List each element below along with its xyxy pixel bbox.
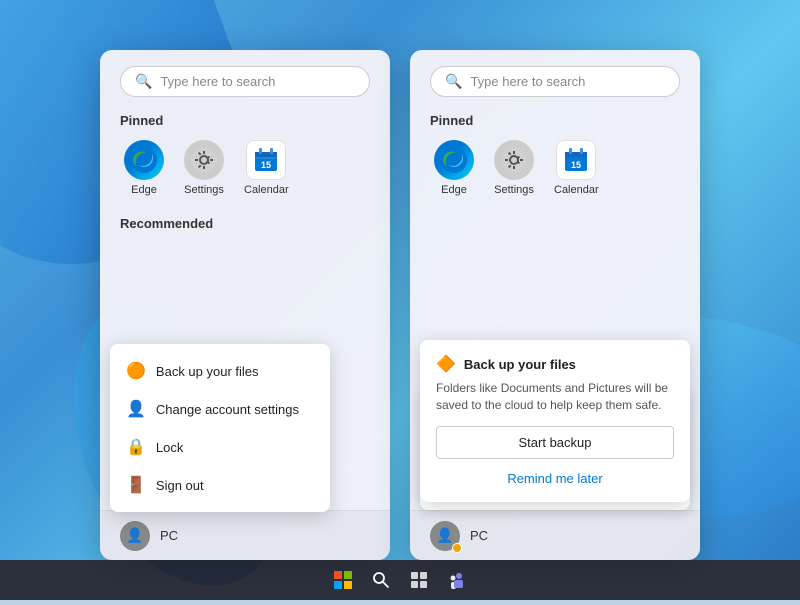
windows-start-button[interactable] bbox=[329, 566, 357, 594]
left-user-bar[interactable]: 👤 PC bbox=[100, 510, 390, 560]
settings-icon-img bbox=[184, 140, 224, 180]
edge-icon-img bbox=[124, 140, 164, 180]
left-pinned-label: Pinned bbox=[120, 113, 370, 128]
left-account-item[interactable]: 👤 Change account settings bbox=[110, 390, 330, 428]
backup-warning-icon: 🔶 bbox=[436, 354, 456, 374]
right-search-bar[interactable]: 🔍 Type here to search bbox=[430, 66, 680, 97]
left-user-name: PC bbox=[160, 528, 178, 543]
calendar-app-icon[interactable]: 15 Calendar bbox=[244, 140, 289, 196]
right-user-avatar: 👤 bbox=[430, 521, 460, 551]
left-pinned-apps: Edge Settings bbox=[120, 140, 370, 196]
right-settings-app-icon[interactable]: Settings bbox=[494, 140, 534, 196]
edge-app-icon[interactable]: Edge bbox=[124, 140, 164, 196]
right-pinned-label: Pinned bbox=[430, 113, 680, 128]
left-user-avatar: 👤 bbox=[120, 521, 150, 551]
right-calendar-app-icon[interactable]: 15 Calendar bbox=[554, 140, 599, 196]
search-taskbar-button[interactable] bbox=[367, 566, 395, 594]
remind-later-button[interactable]: Remind me later bbox=[436, 465, 674, 492]
right-edge-app-icon[interactable]: Edge bbox=[434, 140, 474, 196]
backup-card: 🔶 Back up your files Folders like Docume… bbox=[420, 340, 690, 502]
taskbar bbox=[0, 560, 800, 600]
edge-label: Edge bbox=[131, 184, 157, 196]
right-settings-icon-img bbox=[494, 140, 534, 180]
left-signout-item[interactable]: 🚪 Sign out bbox=[110, 466, 330, 504]
left-search-bar[interactable]: 🔍 Type here to search bbox=[120, 66, 370, 97]
right-search-icon: 🔍 bbox=[445, 73, 462, 90]
calendar-label: Calendar bbox=[244, 184, 289, 196]
right-start-menu: 🔍 Type here to search Pinned Edge bbox=[410, 50, 700, 560]
account-icon: 👤 bbox=[126, 399, 146, 419]
left-search-placeholder: Type here to search bbox=[160, 74, 275, 89]
left-lock-label: Lock bbox=[156, 440, 183, 455]
left-recommended-section: Recommended bbox=[120, 216, 370, 231]
backup-icon: 🟠 bbox=[126, 361, 146, 381]
svg-text:15: 15 bbox=[571, 160, 581, 170]
right-calendar-icon-img: 15 bbox=[556, 140, 596, 180]
signout-icon: 🚪 bbox=[126, 475, 146, 495]
left-recommended-label: Recommended bbox=[120, 216, 370, 231]
right-calendar-label: Calendar bbox=[554, 184, 599, 196]
task-view-button[interactable] bbox=[405, 566, 433, 594]
backup-description: Folders like Documents and Pictures will… bbox=[436, 380, 674, 414]
backup-card-title: 🔶 Back up your files bbox=[436, 354, 674, 374]
left-backup-item[interactable]: 🟠 Back up your files bbox=[110, 352, 330, 390]
left-start-menu: 🔍 Type here to search Pinned Edge bbox=[100, 50, 390, 560]
calendar-icon-img: 15 bbox=[246, 140, 286, 180]
right-edge-label: Edge bbox=[441, 184, 467, 196]
right-pinned-apps: Edge Settings bbox=[430, 140, 680, 196]
right-user-name: PC bbox=[470, 528, 488, 543]
teams-button[interactable] bbox=[443, 566, 471, 594]
panels-container: 🔍 Type here to search Pinned Edge bbox=[0, 30, 800, 560]
lock-icon: 🔒 bbox=[126, 437, 146, 457]
right-search-placeholder: Type here to search bbox=[470, 74, 585, 89]
settings-app-icon[interactable]: Settings bbox=[184, 140, 224, 196]
right-edge-icon-img bbox=[434, 140, 474, 180]
right-user-bar[interactable]: 👤 PC bbox=[410, 510, 700, 560]
start-backup-button[interactable]: Start backup bbox=[436, 426, 674, 459]
right-settings-label: Settings bbox=[494, 184, 534, 196]
left-user-menu: 🟠 Back up your files 👤 Change account se… bbox=[110, 344, 330, 512]
left-signout-label: Sign out bbox=[156, 478, 204, 493]
left-lock-item[interactable]: 🔒 Lock bbox=[110, 428, 330, 466]
search-icon: 🔍 bbox=[135, 73, 152, 90]
svg-text:15: 15 bbox=[261, 160, 271, 170]
backup-title-text: Back up your files bbox=[464, 357, 576, 372]
settings-label: Settings bbox=[184, 184, 224, 196]
left-account-label: Change account settings bbox=[156, 402, 299, 417]
right-user-badge bbox=[452, 543, 462, 553]
left-backup-label: Back up your files bbox=[156, 364, 259, 379]
